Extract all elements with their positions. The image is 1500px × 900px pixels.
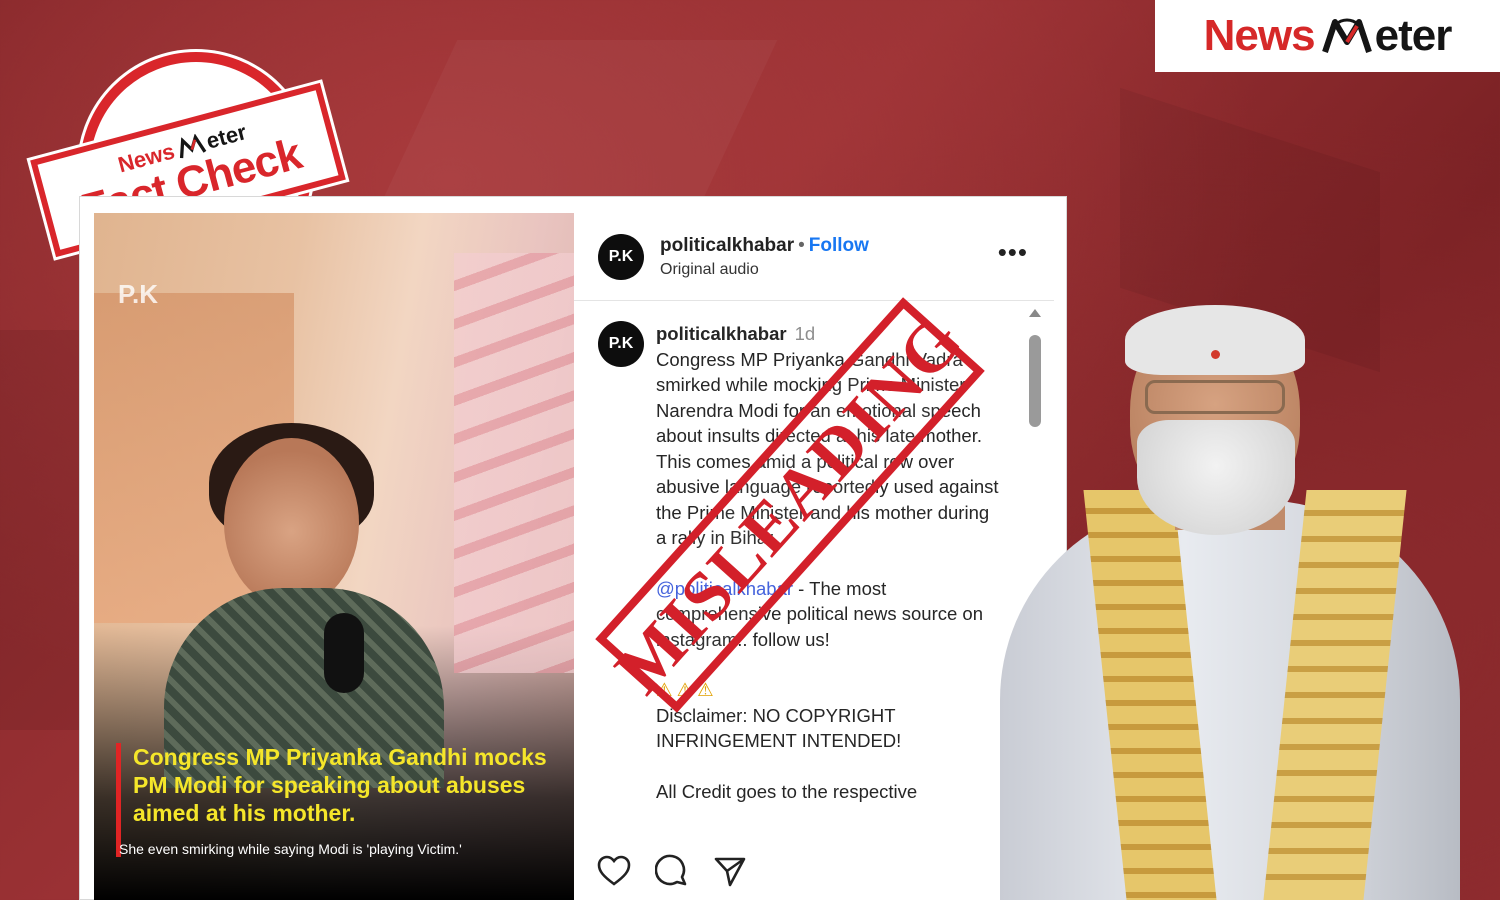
background-shard — [0, 330, 90, 730]
video-subcaption: She even smirking while saying Modi is '… — [119, 841, 462, 857]
background-drape — [454, 253, 574, 673]
warning-icons: ⚠⚠⚠ — [656, 679, 718, 700]
pm-portrait — [985, 300, 1465, 900]
disclaimer-text: Disclaimer: NO COPYRIGHT INFRINGEMENT IN… — [656, 704, 902, 752]
separator-dot: • — [798, 234, 805, 256]
logo-meter-text: eter — [1374, 11, 1453, 60]
microphone — [324, 613, 364, 693]
speaker-figure — [164, 423, 444, 788]
credit-text: All Credit goes to the respective — [656, 780, 918, 802]
portrait-beard — [1137, 420, 1295, 535]
video-headline: Congress MP Priyanka Gandhi mocks PM Mod… — [133, 744, 547, 826]
video-watermark: P.K — [118, 279, 158, 309]
newsmeter-logo: News eter — [1155, 0, 1500, 72]
author-line: politicalkhabar • Follow — [660, 235, 869, 257]
comment-time: 1d — [794, 323, 816, 344]
share-icon[interactable] — [712, 853, 748, 889]
like-icon[interactable] — [596, 853, 632, 889]
portrait-glasses — [1145, 380, 1285, 414]
more-options-icon[interactable]: ••• — [998, 237, 1028, 268]
portrait-tilak — [1211, 350, 1220, 359]
post-author: politicalkhabar • Follow Original audio — [660, 235, 869, 279]
post-actions — [596, 853, 748, 889]
avatar[interactable]: P.K — [598, 321, 644, 367]
comment-icon[interactable] — [654, 853, 690, 889]
username-link[interactable]: politicalkhabar — [660, 235, 794, 256]
reel-video[interactable]: P.K Congress MP Priyanka Gandhi mocks PM… — [94, 213, 574, 900]
follow-button[interactable]: Follow — [809, 235, 869, 256]
video-caption: Congress MP Priyanka Gandhi mocks PM Mod… — [116, 743, 566, 857]
speaker-face — [224, 438, 359, 608]
audio-label[interactable]: Original audio — [660, 261, 869, 279]
background-shard — [382, 40, 778, 200]
portrait-hair — [1125, 305, 1305, 375]
avatar[interactable]: P.K — [598, 233, 644, 280]
post-header: P.K politicalkhabar • Follow Original audi… — [574, 213, 1054, 301]
speedometer-m-icon — [1321, 18, 1372, 53]
comment-username[interactable]: politicalkhabar — [656, 323, 787, 344]
logo-news-text: News — [1203, 11, 1316, 60]
